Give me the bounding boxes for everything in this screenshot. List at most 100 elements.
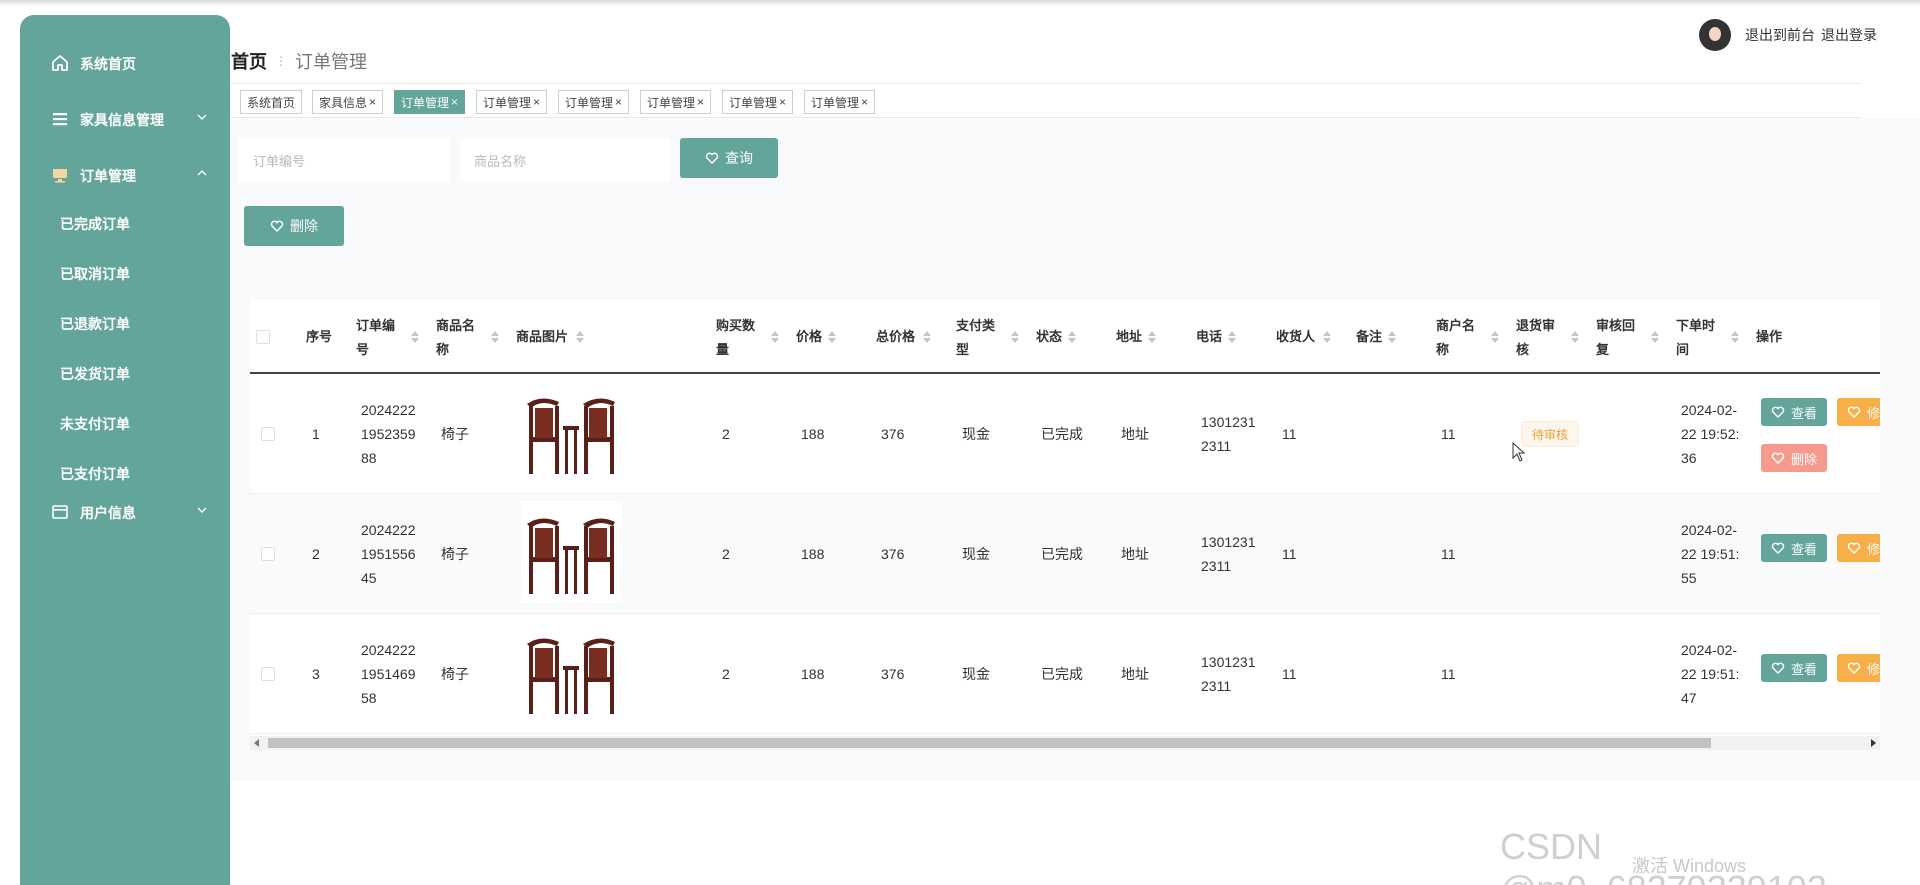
header-price[interactable]: 价格 xyxy=(796,325,822,349)
close-icon[interactable]: × xyxy=(861,95,868,109)
header-address[interactable]: 地址 xyxy=(1116,325,1142,349)
sidebar-subitem-label: 已发货订单 xyxy=(60,366,130,382)
sidebar-subitem-cancelled[interactable]: 已取消订单 xyxy=(20,255,230,291)
logout-link[interactable]: 退出登录 xyxy=(1821,25,1877,45)
view-button[interactable]: 查看 xyxy=(1761,654,1828,682)
chair-image-icon xyxy=(521,382,621,482)
close-icon[interactable]: × xyxy=(369,95,376,109)
edit-button[interactable]: 修 xyxy=(1837,654,1880,682)
sort-icon[interactable] xyxy=(1068,331,1076,343)
query-button[interactable]: 查询 xyxy=(680,138,778,178)
sort-icon[interactable] xyxy=(1148,331,1156,343)
sidebar-item-home[interactable]: 系统首页 xyxy=(20,43,230,83)
breadcrumb-home[interactable]: 首页 xyxy=(231,48,267,74)
delete-button-label: 删除 xyxy=(290,218,318,234)
orders-table: 序号 订单编号 商品名称 商品图片 购买数量 价格 总价格 支付类型 状态 地址… xyxy=(250,300,1880,750)
tab-orders-active[interactable]: 订单管理 × xyxy=(394,90,466,114)
row-checkbox[interactable] xyxy=(261,547,275,561)
sort-icon[interactable] xyxy=(1388,331,1396,343)
sort-icon[interactable] xyxy=(771,331,779,343)
scroll-right-arrow-icon[interactable] xyxy=(1871,739,1876,747)
order-number-placeholder: 订单编号 xyxy=(253,153,306,169)
sort-icon[interactable] xyxy=(1323,331,1331,343)
tab-orders[interactable]: 订单管理 × xyxy=(476,90,548,114)
product-image[interactable] xyxy=(521,622,621,722)
header-qty[interactable]: 购买数量 xyxy=(716,314,756,362)
header-product[interactable]: 商品名称 xyxy=(436,314,476,362)
sidebar-subitem-completed[interactable]: 已完成订单 xyxy=(20,205,230,241)
sort-icon[interactable] xyxy=(828,331,836,343)
header-phone[interactable]: 电话 xyxy=(1196,325,1222,349)
sidebar-subitem-shipped[interactable]: 已发货订单 xyxy=(20,355,230,391)
select-all-checkbox[interactable] xyxy=(256,330,270,344)
cell-qty: 2 xyxy=(722,666,730,682)
sidebar-subitem-paid[interactable]: 已支付订单 xyxy=(20,455,230,491)
cell-product: 椅子 xyxy=(441,666,469,682)
edit-button[interactable]: 修 xyxy=(1837,534,1880,562)
view-button-label: 查看 xyxy=(1791,541,1818,557)
scrollbar-thumb[interactable] xyxy=(268,738,1711,748)
row-checkbox[interactable] xyxy=(261,667,275,681)
sidebar-subitem-unpaid[interactable]: 未支付订单 xyxy=(20,405,230,441)
chevron-down-icon xyxy=(197,114,207,120)
sidebar-item-orders[interactable]: 订单管理 xyxy=(20,155,230,195)
row-checkbox[interactable] xyxy=(261,427,275,441)
tab-home[interactable]: 系统首页 xyxy=(240,90,303,114)
close-icon[interactable]: × xyxy=(697,95,704,109)
batch-delete-button[interactable]: 删除 xyxy=(244,206,344,246)
cell-order-no: 2024222195155645 xyxy=(361,522,416,586)
view-button[interactable]: 查看 xyxy=(1761,534,1828,562)
sort-icon[interactable] xyxy=(491,331,499,343)
return-audit-label: 待审核 xyxy=(1532,427,1569,442)
edit-button[interactable]: 修 xyxy=(1837,398,1880,426)
product-image[interactable] xyxy=(521,382,621,482)
header-audit-reply[interactable]: 审核回复 xyxy=(1596,314,1636,362)
tab-label: 订单管理 xyxy=(647,95,696,110)
view-button[interactable]: 查看 xyxy=(1761,398,1828,426)
sort-icon[interactable] xyxy=(1731,331,1739,343)
sort-icon[interactable] xyxy=(923,331,931,343)
sort-icon[interactable] xyxy=(1228,331,1236,343)
header-order-time[interactable]: 下单时间 xyxy=(1676,314,1716,362)
product-image[interactable] xyxy=(521,502,621,602)
tab-orders[interactable]: 订单管理 × xyxy=(804,90,876,114)
sort-icon[interactable] xyxy=(411,331,419,343)
table-row: 1 2024222195235988 椅子 2 188 376 现金 已完成 地… xyxy=(250,374,1880,494)
cell-qty: 2 xyxy=(722,426,730,442)
close-icon[interactable]: × xyxy=(615,95,622,109)
header-remark[interactable]: 备注 xyxy=(1356,325,1382,349)
tab-orders[interactable]: 订单管理 × xyxy=(558,90,630,114)
delete-button[interactable]: 删除 xyxy=(1761,444,1828,472)
order-number-input[interactable]: 订单编号 xyxy=(239,138,449,182)
header-image[interactable]: 商品图片 xyxy=(516,325,568,349)
sort-icon[interactable] xyxy=(1571,331,1579,343)
sort-icon[interactable] xyxy=(576,331,584,343)
header-order-no[interactable]: 订单编号 xyxy=(356,314,396,362)
tab-orders[interactable]: 订单管理 × xyxy=(640,90,712,114)
sort-icon[interactable] xyxy=(1011,331,1019,343)
sort-icon[interactable] xyxy=(1651,331,1659,343)
header-status[interactable]: 状态 xyxy=(1036,325,1062,349)
avatar[interactable] xyxy=(1699,19,1731,51)
sidebar-item-furniture[interactable]: 家具信息管理 xyxy=(20,99,230,139)
cell-total: 376 xyxy=(881,426,905,442)
tab-furniture[interactable]: 家具信息 × xyxy=(312,90,384,114)
back-to-frontend-link[interactable]: 退出到前台 xyxy=(1745,25,1815,45)
header-total[interactable]: 总价格 xyxy=(876,325,915,349)
header-return-audit[interactable]: 退货审核 xyxy=(1516,314,1556,362)
close-icon[interactable]: × xyxy=(533,95,540,109)
heart-icon xyxy=(1771,406,1785,418)
close-icon[interactable]: × xyxy=(451,95,458,109)
header-merchant[interactable]: 商户名称 xyxy=(1436,314,1476,362)
header-receiver[interactable]: 收货人 xyxy=(1276,325,1315,349)
header-pay-type[interactable]: 支付类型 xyxy=(956,314,996,362)
close-icon[interactable]: × xyxy=(779,95,786,109)
sidebar-subitem-refunded[interactable]: 已退款订单 xyxy=(20,305,230,341)
scroll-left-arrow-icon[interactable] xyxy=(254,739,259,747)
tab-orders[interactable]: 订单管理 × xyxy=(722,90,794,114)
mouse-pointer-icon xyxy=(1512,442,1526,462)
sidebar-item-users[interactable]: 用户信息 xyxy=(20,492,230,532)
sort-icon[interactable] xyxy=(1491,331,1499,343)
product-name-input[interactable]: 商品名称 xyxy=(460,138,670,182)
horizontal-scrollbar[interactable] xyxy=(250,736,1880,750)
